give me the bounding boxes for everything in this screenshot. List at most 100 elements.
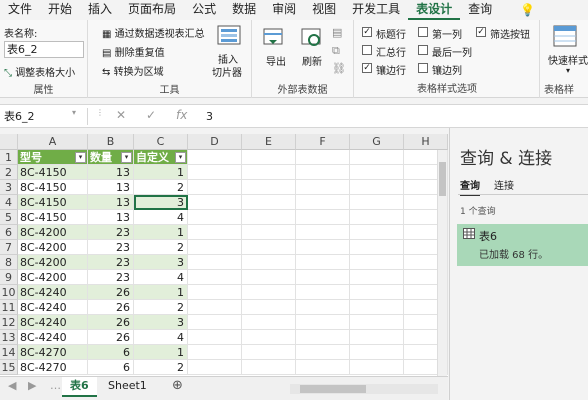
pivot-summarize-button[interactable]: ▦ 通过数据透视表汇总 (102, 25, 205, 40)
cell[interactable] (350, 165, 404, 180)
cell[interactable] (350, 255, 404, 270)
row-header-3[interactable]: 3 (0, 180, 18, 195)
table-row-cell[interactable]: 13 (88, 165, 134, 180)
cell[interactable] (242, 240, 296, 255)
table-row-cell[interactable]: 8C-4200 (18, 240, 88, 255)
cell[interactable] (296, 345, 350, 360)
unlink-icon[interactable]: ⛓ (332, 62, 346, 75)
table-row-cell[interactable]: 2 (134, 300, 188, 315)
cell[interactable] (296, 225, 350, 240)
row-header-2[interactable]: 2 (0, 165, 18, 180)
cell[interactable] (242, 300, 296, 315)
quick-styles-button[interactable]: 快速样式 (548, 52, 588, 67)
table-row-cell[interactable]: 23 (88, 225, 134, 240)
resize-table-button[interactable]: ⤡ 调整表格大小 (4, 64, 75, 79)
cell[interactable] (242, 345, 296, 360)
tab-connections[interactable]: 连接 (494, 177, 514, 192)
filter-dropdown-icon[interactable]: ▾ (175, 152, 186, 163)
row-header-14[interactable]: 14 (0, 345, 18, 360)
table-row-cell[interactable]: 26 (88, 315, 134, 330)
table-row-cell[interactable]: 26 (88, 285, 134, 300)
table-row-cell[interactable]: 23 (88, 255, 134, 270)
cell[interactable] (350, 330, 404, 345)
checkbox-style-option-2[interactable]: ✓ (476, 27, 486, 37)
cell[interactable] (350, 270, 404, 285)
menu-item-3[interactable]: 页面布局 (120, 0, 184, 20)
row-header-13[interactable]: 13 (0, 330, 18, 345)
query-item[interactable]: 表6 已加载 68 行。 (457, 224, 588, 266)
cell[interactable] (188, 210, 242, 225)
cell[interactable] (188, 285, 242, 300)
table-row-cell[interactable]: 13 (88, 210, 134, 225)
sheet-tab-1[interactable]: 表6 (62, 377, 97, 397)
slicer-icon[interactable] (216, 24, 242, 46)
table-row-cell[interactable]: 8C-4200 (18, 225, 88, 240)
column-header-C[interactable]: C (134, 134, 188, 150)
cell[interactable] (242, 360, 296, 375)
table-row-cell[interactable]: 1 (134, 345, 188, 360)
table-row-cell[interactable]: 4 (134, 270, 188, 285)
checkbox-style-option-6[interactable] (418, 63, 428, 73)
column-header-G[interactable]: G (350, 134, 404, 150)
column-header-D[interactable]: D (188, 134, 242, 150)
convert-to-range-button[interactable]: ⇆ 转换为区域 (102, 63, 164, 78)
table-row-cell[interactable]: 8C-4240 (18, 330, 88, 345)
remove-duplicates-button[interactable]: ▤ 删除重复值 (102, 44, 165, 59)
cell[interactable] (188, 270, 242, 285)
cell[interactable] (242, 150, 296, 165)
cell[interactable] (188, 345, 242, 360)
table-row-cell[interactable]: 8C-4150 (18, 165, 88, 180)
table-header-cell[interactable]: 自定义 ▾ (134, 150, 188, 165)
worksheet-grid[interactable]: A B C D E F G H 1 2 3 4 5 6 7 8 9 10 11 12 13 14 15 型号 ▾ 数量 ▾ 自定义 ▾ 8… (0, 134, 448, 376)
menu-item-8[interactable]: 开发工具 (344, 0, 408, 20)
cell[interactable] (350, 150, 404, 165)
export-button[interactable]: 导出 (266, 53, 286, 68)
cell[interactable] (350, 195, 404, 210)
cell[interactable] (242, 210, 296, 225)
table-name-input[interactable]: 表6_2 (4, 41, 84, 58)
table-row-cell[interactable]: 26 (88, 300, 134, 315)
table-row-cell[interactable]: 1 (134, 225, 188, 240)
table-row-cell[interactable]: 8C-4240 (18, 300, 88, 315)
row-header-10[interactable]: 10 (0, 285, 18, 300)
menu-item-7[interactable]: 视图 (304, 0, 344, 20)
table-row-cell[interactable]: 1 (134, 165, 188, 180)
menu-item-6[interactable]: 审阅 (264, 0, 304, 20)
cell[interactable] (242, 165, 296, 180)
row-header-11[interactable]: 11 (0, 300, 18, 315)
table-row-cell[interactable]: 8C-4270 (18, 360, 88, 375)
refresh-button[interactable]: 刷新 (302, 53, 322, 68)
checkbox-style-option-5[interactable]: ✓ (362, 63, 372, 73)
cell[interactable] (242, 195, 296, 210)
cell[interactable] (350, 225, 404, 240)
horizontal-scroll-thumb[interactable] (300, 385, 366, 393)
vertical-scrollbar[interactable] (437, 150, 447, 376)
menu-item-2[interactable]: 插入 (80, 0, 120, 20)
table-row-cell[interactable]: 8C-4270 (18, 345, 88, 360)
cell[interactable] (242, 270, 296, 285)
cell[interactable] (350, 345, 404, 360)
table-row-cell[interactable]: 2 (134, 180, 188, 195)
cell[interactable] (296, 240, 350, 255)
table-row-cell[interactable]: 8C-4240 (18, 315, 88, 330)
table-row-cell[interactable]: 8C-4200 (18, 270, 88, 285)
add-sheet-icon[interactable]: ⊕ (164, 377, 191, 397)
menu-item-4[interactable]: 公式 (184, 0, 224, 20)
export-icon[interactable] (262, 26, 284, 51)
cell[interactable] (296, 180, 350, 195)
column-header-F[interactable]: F (296, 134, 350, 150)
quick-styles-icon[interactable] (552, 24, 578, 51)
checkbox-style-option-1[interactable] (418, 27, 428, 37)
confirm-icon[interactable]: ✓ (146, 108, 156, 122)
table-header-cell[interactable]: 数量 ▾ (88, 150, 134, 165)
column-header-E[interactable]: E (242, 134, 296, 150)
cell[interactable] (350, 300, 404, 315)
column-header-A[interactable]: A (18, 134, 88, 150)
menu-item-5[interactable]: 数据 (224, 0, 264, 20)
cell[interactable] (350, 285, 404, 300)
cell[interactable] (296, 150, 350, 165)
cell[interactable] (350, 180, 404, 195)
cell[interactable] (296, 330, 350, 345)
table-row-cell[interactable]: 6 (88, 345, 134, 360)
insert-function-icon[interactable]: fx (176, 108, 187, 122)
